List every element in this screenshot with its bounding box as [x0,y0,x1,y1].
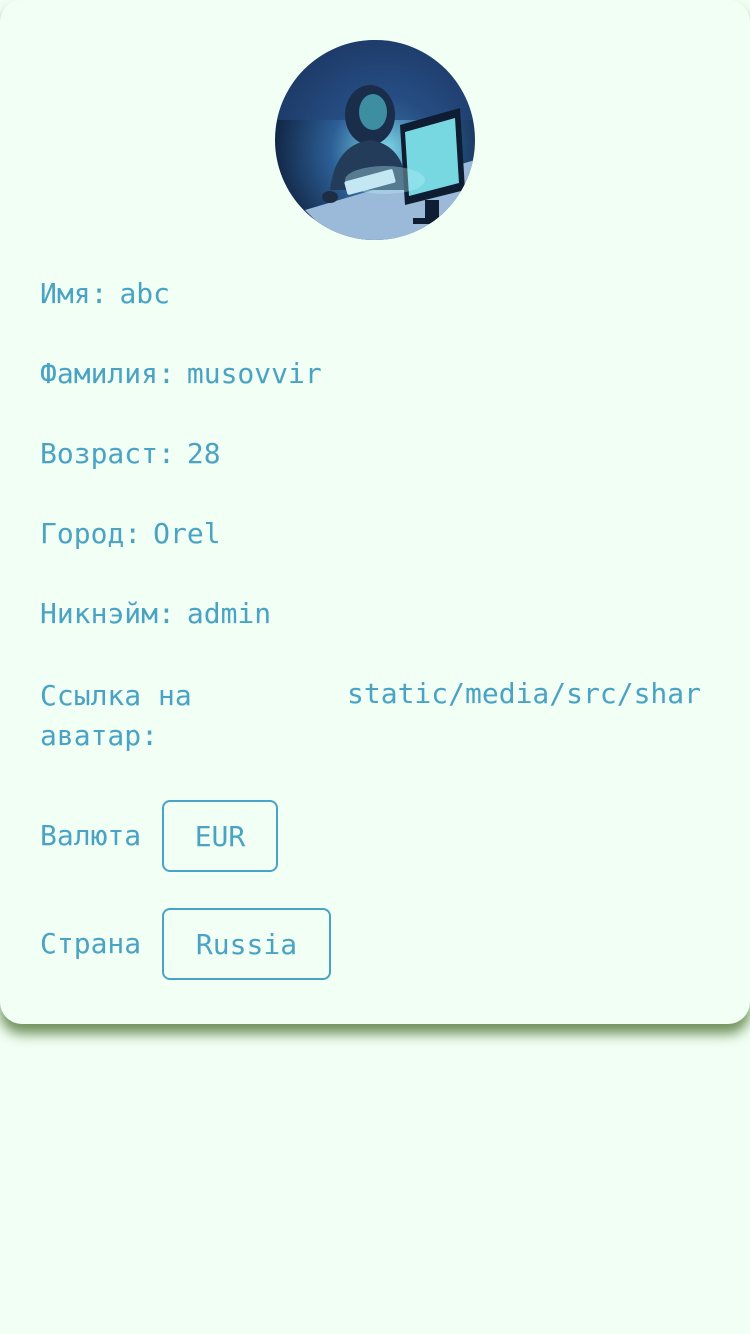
field-last-name: Фамилия: musovvir [40,356,322,392]
first-name-value: abc [119,277,171,310]
field-age: Возраст: 28 [40,436,221,472]
field-first-name: Имя: abc [40,276,170,312]
nickname-label: Никнэйм: [40,597,175,630]
last-name-label: Фамилия: [40,357,175,390]
currency-select[interactable]: EUR [162,800,278,872]
first-name-label: Имя: [40,277,108,310]
avatar [275,40,475,240]
hacker-avatar-image [275,40,475,240]
nickname-value: admin [186,597,272,630]
field-nickname: Никнэйм: admin [40,596,271,632]
country-select[interactable]: Russia [162,908,331,980]
city-value: Orel [153,517,221,550]
field-city: Город: Orel [40,516,221,552]
currency-label: Валюта [40,819,142,852]
avatar-link-value: static/media/src/shar [347,677,702,710]
age-value: 28 [186,437,221,470]
country-label: Страна [40,927,142,960]
last-name-value: musovvir [186,357,322,390]
profile-card: Имя: abc Фамилия: musovvir Возраст: 28 Горо… [0,0,750,1024]
avatar-link-label: Ссылка на аватар: [40,679,192,752]
age-label: Возраст: [40,437,175,470]
city-label: Город: [40,517,142,550]
